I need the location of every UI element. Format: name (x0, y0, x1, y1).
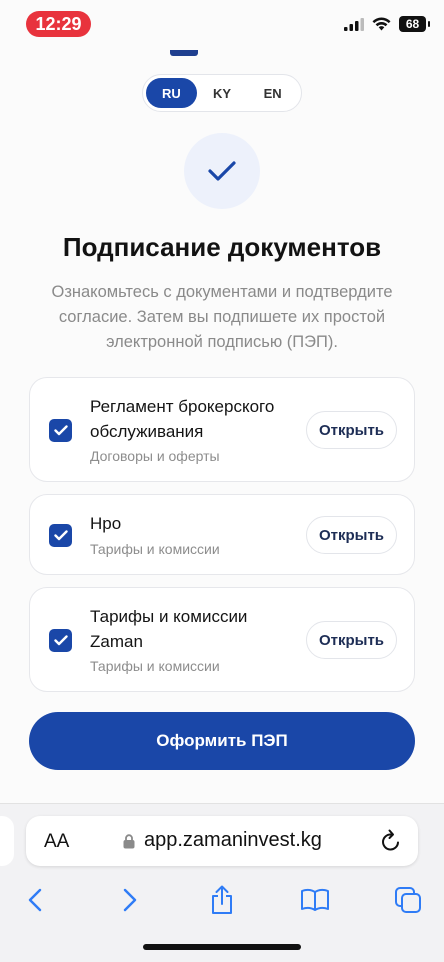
scroll-edge-indicator (170, 50, 198, 56)
create-pep-button[interactable]: Оформить ПЭП (29, 712, 415, 770)
language-switcher: RU KY EN (142, 74, 302, 112)
open-document-button[interactable]: Открыть (306, 411, 397, 449)
checkbox-check-icon (53, 425, 68, 436)
share-icon (212, 885, 232, 914)
success-check-badge (184, 133, 260, 209)
tabs-icon (395, 887, 421, 913)
wifi-icon (372, 17, 391, 31)
open-document-button[interactable]: Открыть (306, 621, 397, 659)
url-text: app.zamaninvest.kg (144, 829, 322, 851)
chevron-right-icon (123, 888, 137, 912)
document-title: Регламент брокерского обслуживания (90, 397, 275, 441)
document-title: Тарифы и комиссии Zaman (90, 607, 248, 651)
status-bar: 12:29 68 (0, 0, 444, 46)
browser-toolbar (0, 882, 444, 922)
lang-ru-button[interactable]: RU (146, 78, 197, 108)
back-button[interactable] (17, 882, 53, 918)
page-title: Подписание документов (62, 232, 382, 262)
book-icon (301, 888, 329, 911)
previous-tab-preview[interactable] (0, 816, 14, 866)
lock-icon (123, 834, 135, 849)
page-subtitle: Ознакомьтесь с документами и подтвердите… (51, 283, 393, 351)
address-bar[interactable]: AA app.zamaninvest.kg (26, 816, 418, 866)
share-button[interactable] (204, 882, 240, 918)
tabs-button[interactable] (390, 882, 426, 918)
document-card: Регламент брокерского обслуживания Догов… (29, 377, 415, 482)
battery-icon: 68 (399, 16, 430, 32)
document-checkbox[interactable] (49, 524, 72, 547)
lang-en-button[interactable]: EN (247, 78, 298, 108)
document-category: Тарифы и комиссии (90, 658, 220, 674)
document-card: Нро Тарифы и комиссии Открыть (29, 494, 415, 575)
document-category: Договоры и оферты (90, 448, 220, 464)
reload-icon[interactable] (380, 829, 402, 853)
chevron-left-icon (28, 888, 42, 912)
checkmark-icon (208, 161, 236, 181)
page-settings-button[interactable]: AA (44, 831, 69, 853)
document-checkbox[interactable] (49, 419, 72, 442)
cellular-signal-icon (344, 17, 364, 31)
status-time: 12:29 (26, 11, 91, 37)
lang-ky-button[interactable]: KY (197, 78, 248, 108)
document-category: Тарифы и комиссии (90, 541, 220, 557)
status-icons: 68 (344, 16, 430, 32)
document-checkbox[interactable] (49, 629, 72, 652)
bookmarks-button[interactable] (297, 882, 333, 918)
browser-bottom-bar: AA app.zamaninvest.kg (0, 803, 444, 962)
home-indicator (143, 944, 301, 950)
forward-button[interactable] (112, 882, 148, 918)
checkbox-check-icon (53, 635, 68, 646)
open-document-button[interactable]: Открыть (306, 516, 397, 554)
checkbox-check-icon (53, 530, 68, 541)
document-title: Нро (90, 514, 122, 533)
document-card: Тарифы и комиссии Zaman Тарифы и комисси… (29, 587, 415, 692)
